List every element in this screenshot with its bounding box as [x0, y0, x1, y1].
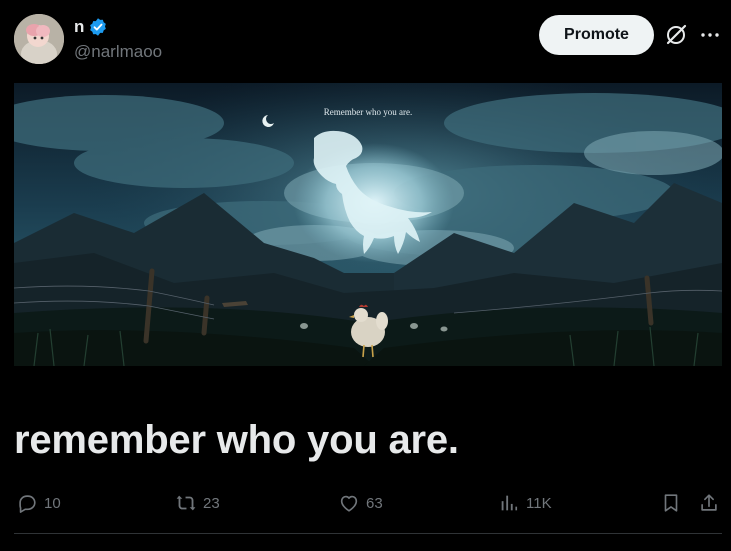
tweet: n @narlmaoo Promote Remember who you are…	[0, 0, 731, 551]
reply-count: 10	[44, 494, 61, 512]
heart-icon	[340, 495, 358, 512]
avatar-image	[14, 14, 64, 64]
reply-icon	[19, 495, 36, 513]
media-illustration	[14, 83, 722, 366]
verified-badge-icon[interactable]	[88, 17, 108, 37]
views-button[interactable]: 11K	[498, 488, 552, 518]
reply-button[interactable]: 10	[16, 488, 61, 518]
share-button[interactable]	[698, 488, 720, 518]
repost-count: 23	[203, 494, 220, 512]
more-horizontal-icon[interactable]	[698, 23, 722, 47]
share-icon	[701, 494, 717, 511]
author-handle[interactable]: @narlmaoo	[74, 42, 162, 62]
views-bar-chart-icon	[501, 495, 518, 511]
tweet-action-bar: 10 23 63 11K	[0, 488, 731, 518]
like-button[interactable]: 63	[338, 488, 383, 518]
bookmark-button[interactable]	[660, 488, 682, 518]
repost-icon	[176, 495, 196, 511]
tweet-media-image[interactable]: Remember who you are.	[14, 83, 722, 366]
display-name[interactable]: n	[74, 17, 84, 37]
like-count: 63	[366, 494, 383, 512]
divider	[14, 533, 722, 534]
tweet-text: remember who you are.	[14, 418, 459, 462]
avatar[interactable]	[14, 14, 64, 64]
grok-slash-circle-icon[interactable]	[664, 23, 688, 47]
views-count: 11K	[526, 494, 552, 512]
promote-button[interactable]: Promote	[539, 15, 654, 55]
bookmark-icon	[664, 494, 678, 512]
repost-button[interactable]: 23	[175, 488, 220, 518]
author-name-row[interactable]: n	[74, 17, 108, 37]
